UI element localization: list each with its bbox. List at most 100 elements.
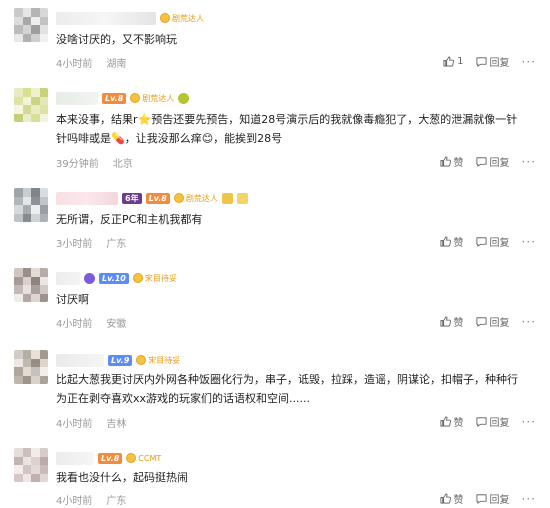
like-button[interactable]: 赞 bbox=[440, 154, 464, 169]
medal-icon bbox=[160, 13, 170, 23]
avatar[interactable] bbox=[14, 448, 48, 482]
username-row: Lv.10 宋目待妥 bbox=[56, 270, 177, 286]
level-badge: Lv.8 bbox=[145, 192, 170, 204]
username-redacted[interactable] bbox=[56, 353, 104, 367]
comment-item: Lv.8 剧荒达人 本来没事，结果r⭐预告还要先预告，知道28号演示后的我就像毒… bbox=[0, 80, 550, 176]
ellipsis-icon[interactable]: ··· bbox=[522, 415, 536, 429]
thumb-up-icon bbox=[440, 316, 451, 327]
ellipsis-icon[interactable]: ··· bbox=[522, 315, 536, 329]
level-badge: Lv.8 bbox=[102, 92, 127, 104]
timestamp: 4小时前 bbox=[56, 419, 93, 430]
comment-meta: 39分钟前 北京 bbox=[56, 155, 133, 170]
username-redacted[interactable] bbox=[56, 11, 156, 25]
avatar[interactable] bbox=[14, 350, 48, 384]
ellipsis-icon[interactable]: ··· bbox=[522, 492, 536, 506]
location: 广东 bbox=[106, 239, 127, 250]
title-badge[interactable]: 剧荒达人 bbox=[160, 13, 204, 24]
comment-meta: 4小时前 安徽 bbox=[56, 315, 126, 330]
title-badge[interactable]: 剧荒达人 bbox=[173, 193, 218, 204]
like-button[interactable]: 赞 bbox=[440, 414, 464, 429]
avatar[interactable] bbox=[14, 88, 48, 122]
location: 广东 bbox=[106, 496, 127, 507]
comment-meta: 3小时前 广东 bbox=[56, 235, 126, 250]
decoration-icon bbox=[84, 272, 95, 284]
comment-text: 比起大葱我更讨厌内外网各种饭圈化行为，串子，诋毁，拉踩，造谣，阴谋论，扣帽子，种… bbox=[56, 373, 518, 405]
medal-icon bbox=[126, 453, 137, 463]
location: 湖南 bbox=[106, 59, 127, 70]
timestamp: 4小时前 bbox=[56, 59, 93, 70]
ellipsis-icon[interactable]: ··· bbox=[522, 55, 536, 69]
reply-button[interactable]: 回复 bbox=[476, 314, 510, 329]
timestamp: 3小时前 bbox=[56, 239, 93, 250]
reply-button[interactable]: 回复 bbox=[476, 491, 510, 506]
medal-icon bbox=[130, 93, 141, 103]
timestamp: 39分钟前 bbox=[56, 159, 99, 170]
comment-item: 6年 Lv.8 剧荒达人 无所谓，反正PC和主机我都有 3小时前 广东 赞 回复… bbox=[0, 180, 550, 260]
avatar[interactable] bbox=[14, 188, 48, 222]
like-button[interactable]: 赞 bbox=[440, 491, 464, 506]
thumb-up-icon bbox=[440, 416, 451, 427]
title-badge[interactable]: 宋目待妥 bbox=[132, 273, 177, 284]
location: 安徽 bbox=[106, 319, 127, 330]
like-button[interactable]: 1 bbox=[443, 56, 464, 67]
username-row: Lv.8 CCMT bbox=[56, 450, 161, 466]
username-row: Lv.9 宋目待妥 bbox=[56, 352, 180, 368]
comment-actions: 赞 回复 ··· bbox=[440, 414, 536, 429]
reply-button[interactable]: 回复 bbox=[476, 414, 510, 429]
location: 北京 bbox=[112, 159, 133, 170]
comment-actions: 赞 回复 ··· bbox=[440, 234, 536, 249]
comment-bubble-icon bbox=[476, 317, 487, 327]
timestamp: 4小时前 bbox=[56, 496, 93, 507]
title-badge[interactable]: CCMT bbox=[126, 453, 161, 463]
level-badge: Lv.10 bbox=[99, 272, 129, 284]
reply-button[interactable]: 回复 bbox=[476, 54, 510, 69]
medal-icon bbox=[136, 355, 147, 365]
comment-meta: 4小时前 湖南 bbox=[56, 55, 126, 70]
thumb-up-icon bbox=[440, 156, 451, 167]
comment-bubble-icon bbox=[476, 494, 487, 504]
thumb-up-icon bbox=[440, 236, 451, 247]
username-redacted[interactable] bbox=[56, 451, 94, 465]
title-badge[interactable]: 剧荒达人 bbox=[130, 93, 174, 104]
avatar[interactable] bbox=[14, 8, 48, 42]
comment-feed: 剧荒达人 没啥讨厌的，又不影响玩 4小时前 湖南 1 回复 ··· Lv.8 剧… bbox=[0, 0, 550, 508]
ellipsis-icon[interactable]: ··· bbox=[522, 155, 536, 169]
comment-item: Lv.9 宋目待妥 比起大葱我更讨厌内外网各种饭圈化行为，串子，诋毁，拉踩，造谣… bbox=[0, 342, 550, 438]
comment-item: Lv.10 宋目待妥 讨厌啊 4小时前 安徽 赞 回复 ··· bbox=[0, 260, 550, 340]
comment-bubble-icon bbox=[476, 157, 487, 167]
reply-button[interactable]: 回复 bbox=[476, 234, 510, 249]
comment-text: 没啥讨厌的，又不影响玩 bbox=[56, 33, 177, 46]
thumb-up-icon bbox=[440, 493, 451, 504]
comment-actions: 赞 回复 ··· bbox=[440, 314, 536, 329]
comment-text: 无所谓，反正PC和主机我都有 bbox=[56, 213, 203, 226]
username-redacted[interactable] bbox=[56, 271, 80, 285]
thumb-up-icon bbox=[443, 56, 455, 67]
tenure-badge: 6年 bbox=[122, 192, 142, 204]
comment-text: 讨厌啊 bbox=[56, 293, 89, 306]
timestamp: 4小时前 bbox=[56, 319, 93, 330]
like-button[interactable]: 赞 bbox=[440, 234, 464, 249]
decoration-icon bbox=[236, 192, 248, 204]
avatar[interactable] bbox=[14, 268, 48, 302]
comment-bubble-icon bbox=[476, 417, 487, 427]
comment-actions: 1 回复 ··· bbox=[443, 54, 536, 69]
username-redacted[interactable] bbox=[56, 91, 98, 105]
level-badge: Lv.8 bbox=[98, 452, 123, 464]
comment-actions: 赞 回复 ··· bbox=[440, 491, 536, 506]
reply-button[interactable]: 回复 bbox=[476, 154, 510, 169]
comment-bubble-icon bbox=[476, 237, 487, 247]
comment-actions: 赞 回复 ··· bbox=[440, 154, 536, 169]
like-button[interactable]: 赞 bbox=[440, 314, 464, 329]
username-row: 6年 Lv.8 剧荒达人 bbox=[56, 190, 248, 206]
comment-text: 我看也没什么，起码挺热闹 bbox=[56, 471, 188, 484]
location: 吉林 bbox=[106, 419, 127, 430]
title-badge[interactable]: 宋目待妥 bbox=[136, 355, 180, 366]
comment-item: Lv.8 CCMT 我看也没什么，起码挺热闹 4小时前 广东 赞 回复 ··· bbox=[0, 440, 550, 508]
comment-meta: 4小时前 吉林 bbox=[56, 415, 126, 430]
comment-item: 剧荒达人 没啥讨厌的，又不影响玩 4小时前 湖南 1 回复 ··· bbox=[0, 0, 550, 76]
medal-icon bbox=[173, 193, 184, 203]
decoration-icon bbox=[221, 192, 233, 204]
ellipsis-icon[interactable]: ··· bbox=[522, 235, 536, 249]
username-row: 剧荒达人 bbox=[56, 10, 204, 26]
username-redacted[interactable] bbox=[56, 191, 118, 205]
